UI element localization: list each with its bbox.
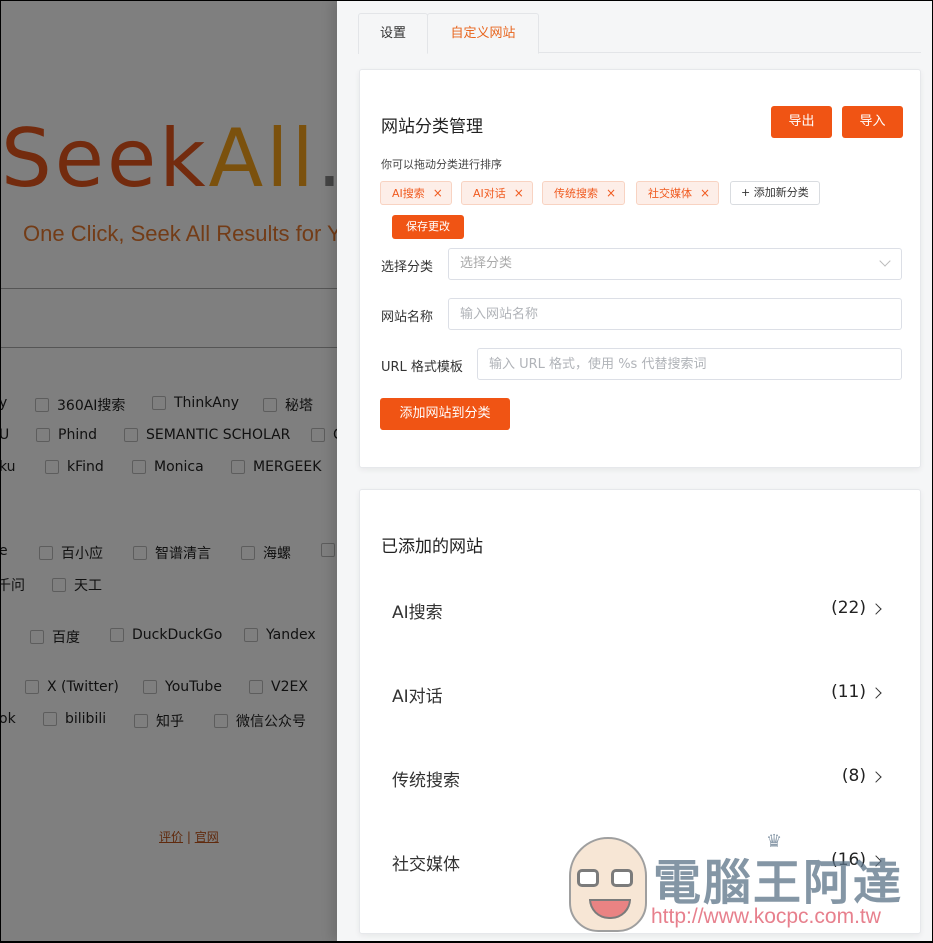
category-tag[interactable]: AI对话 × [461, 181, 533, 205]
added-sites-card: 已添加的网站 AI搜索 (22) AI对话 (11) 传统搜索 (8) 社交媒体… [359, 489, 921, 934]
chevron-right-icon [870, 855, 882, 867]
url-template-input[interactable] [477, 348, 902, 380]
close-icon[interactable]: × [700, 186, 710, 200]
drag-hint: 你可以拖动分类进行排序 [381, 158, 502, 171]
chevron-right-icon [870, 687, 882, 699]
add-category-button[interactable]: + 添加新分类 [730, 181, 820, 205]
screen: SeekAll.c One Click, Seek All Results fo… [1, 1, 932, 941]
category-management-card: 网站分类管理 导出 导入 你可以拖动分类进行排序 AI搜索 × AI对话 × 传统搜… [359, 69, 921, 468]
close-icon[interactable]: × [606, 186, 616, 200]
category-list-item[interactable]: AI搜索 (22) [392, 598, 882, 628]
added-sites-title: 已添加的网站 [381, 537, 483, 557]
category-tag[interactable]: 社交媒体 × [636, 181, 720, 205]
category-select-label: 选择分类 [381, 260, 434, 275]
category-tag[interactable]: AI搜索 × [380, 181, 452, 205]
chevron-right-icon [870, 771, 882, 783]
add-site-button[interactable]: 添加网站到分类 [380, 398, 510, 430]
site-name-label: 网站名称 [381, 310, 434, 325]
settings-panel: 设置 自定义网站 网站分类管理 导出 导入 你可以拖动分类进行排序 AI搜索 × … [337, 1, 932, 941]
close-icon[interactable]: × [433, 186, 443, 200]
category-list-item[interactable]: 社交媒体 (16) [392, 850, 882, 880]
tab-bar: 设置 自定义网站 [358, 13, 921, 54]
url-template-label: URL 格式模板 [381, 360, 463, 375]
chevron-down-icon [879, 255, 891, 267]
site-name-input[interactable] [448, 298, 902, 330]
close-icon[interactable]: × [514, 186, 524, 200]
import-button[interactable]: 导入 [842, 106, 903, 138]
category-management-title: 网站分类管理 [381, 117, 483, 137]
category-select[interactable]: 选择分类 [448, 248, 902, 280]
save-changes-button[interactable]: 保存更改 [392, 215, 464, 239]
export-button[interactable]: 导出 [771, 106, 832, 138]
tab-custom-sites[interactable]: 自定义网站 [427, 13, 539, 54]
category-list-item[interactable]: 传统搜索 (8) [392, 766, 882, 796]
chevron-right-icon [870, 603, 882, 615]
category-list-item[interactable]: AI对话 (11) [392, 682, 882, 712]
tab-settings[interactable]: 设置 [358, 13, 428, 54]
category-tag[interactable]: 传统搜索 × [542, 181, 626, 205]
